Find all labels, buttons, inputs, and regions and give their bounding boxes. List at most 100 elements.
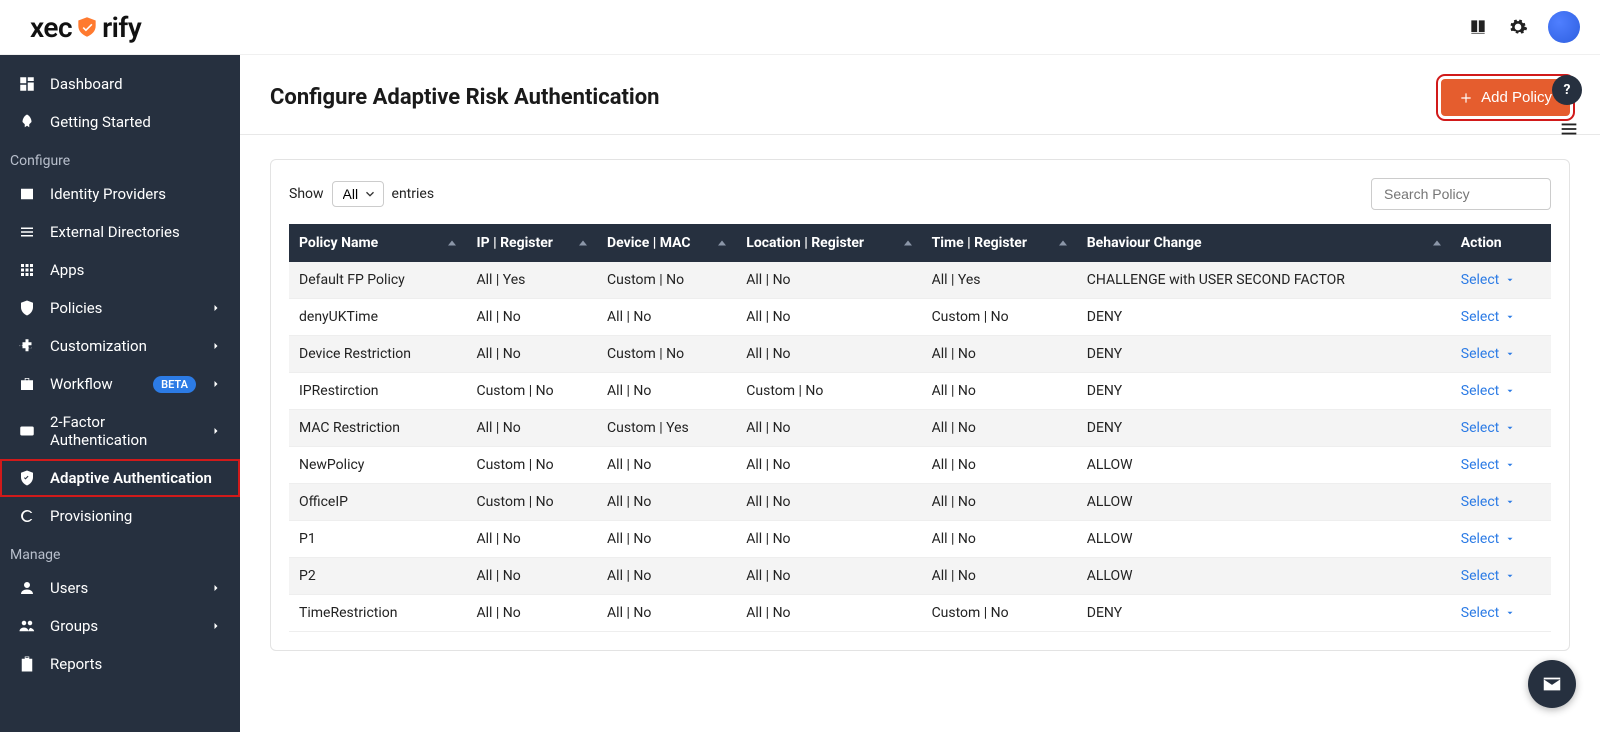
table-row: MAC RestrictionAll | NoCustom | YesAll |… (289, 410, 1551, 447)
nav-users[interactable]: Users (0, 569, 240, 607)
chevron-right-icon (210, 582, 222, 594)
col-action[interactable]: Action (1451, 224, 1551, 262)
twofa-icon (18, 422, 36, 440)
cell-action: Select (1451, 558, 1551, 595)
nav-label: Provisioning (50, 507, 222, 525)
row-action-select[interactable]: Select (1461, 457, 1515, 473)
cell: IPRestirction (289, 373, 466, 410)
side-menu-toggle[interactable] (1558, 118, 1580, 140)
cell: All | No (597, 558, 736, 595)
nav-customization[interactable]: Customization (0, 327, 240, 365)
add-policy-label: Add Policy (1481, 89, 1552, 106)
nav-2-factor-authentication[interactable]: 2-Factor Authentication (0, 403, 240, 459)
cell: TimeRestriction (289, 595, 466, 632)
nav-provisioning[interactable]: Provisioning (0, 497, 240, 535)
nav-groups[interactable]: Groups (0, 607, 240, 645)
table-row: NewPolicyCustom | NoAll | NoAll | NoAll … (289, 447, 1551, 484)
row-action-select[interactable]: Select (1461, 420, 1515, 436)
cell: DENY (1077, 373, 1451, 410)
nav-label: Reports (50, 655, 222, 673)
nav-apps[interactable]: Apps (0, 251, 240, 289)
add-policy-button[interactable]: Add Policy (1441, 79, 1570, 116)
col-ip-register[interactable]: IP | Register (466, 224, 597, 262)
col-time-register[interactable]: Time | Register (922, 224, 1077, 262)
nav-workflow[interactable]: WorkflowBETA (0, 365, 240, 403)
nav-label: Adaptive Authentication (50, 469, 222, 487)
nav-getting-started[interactable]: Getting Started (0, 103, 240, 141)
entries-select[interactable]: All (332, 181, 384, 207)
table-row: IPRestirctionCustom | NoAll | NoCustom |… (289, 373, 1551, 410)
main-content: Configure Adaptive Risk Authentication A… (240, 55, 1600, 732)
cell-action: Select (1451, 410, 1551, 447)
cell-action: Select (1451, 595, 1551, 632)
cell: All | No (466, 595, 597, 632)
cell: All | No (466, 558, 597, 595)
chevron-right-icon (210, 620, 222, 632)
row-action-select[interactable]: Select (1461, 494, 1515, 510)
caret-down-icon (1505, 312, 1515, 322)
col-location-register[interactable]: Location | Register (736, 224, 921, 262)
chevron-right-icon (210, 378, 222, 390)
cell: Custom | No (736, 373, 921, 410)
cell: All | No (597, 373, 736, 410)
help-button[interactable]: ? (1552, 75, 1582, 105)
contact-mail-button[interactable] (1528, 660, 1576, 708)
briefcase-icon (18, 375, 36, 393)
show-label: Show (289, 186, 324, 202)
cell: MAC Restriction (289, 410, 466, 447)
cell-action: Select (1451, 484, 1551, 521)
nav-label: Getting Started (50, 113, 222, 131)
policy-table: Policy NameIP | RegisterDevice | MACLoca… (289, 224, 1551, 632)
cell: ALLOW (1077, 484, 1451, 521)
cell: All | No (922, 336, 1077, 373)
col-device-mac[interactable]: Device | MAC (597, 224, 736, 262)
settings-icon[interactable] (1508, 17, 1528, 37)
nav-adaptive-authentication[interactable]: Adaptive Authentication (0, 459, 240, 497)
row-action-select[interactable]: Select (1461, 605, 1515, 621)
row-action-select[interactable]: Select (1461, 383, 1515, 399)
nav-dashboard[interactable]: Dashboard (0, 65, 240, 103)
group-icon (18, 617, 36, 635)
cell-action: Select (1451, 336, 1551, 373)
cell: ALLOW (1077, 521, 1451, 558)
cell: All | Yes (922, 262, 1077, 299)
nav-policies[interactable]: Policies (0, 289, 240, 327)
nav-identity-providers[interactable]: Identity Providers (0, 175, 240, 213)
shield-icon (18, 299, 36, 317)
cell: All | No (597, 447, 736, 484)
docs-icon[interactable] (1468, 17, 1488, 37)
chevron-right-icon (210, 425, 222, 437)
cell: Custom | Yes (597, 410, 736, 447)
nav-label: Policies (50, 299, 196, 317)
sync-icon (18, 507, 36, 525)
cell: Custom | No (466, 447, 597, 484)
cell: All | No (922, 484, 1077, 521)
row-action-select[interactable]: Select (1461, 568, 1515, 584)
cell: All | No (736, 595, 921, 632)
nav-label: Groups (50, 617, 196, 635)
cell: All | No (922, 447, 1077, 484)
col-behaviour-change[interactable]: Behaviour Change (1077, 224, 1451, 262)
page-title: Configure Adaptive Risk Authentication (270, 85, 660, 110)
nav-reports[interactable]: Reports (0, 645, 240, 683)
cell: Custom | No (597, 336, 736, 373)
cell: Custom | No (597, 262, 736, 299)
row-action-select[interactable]: Select (1461, 346, 1515, 362)
cell: Device Restriction (289, 336, 466, 373)
brand-text-post: rify (102, 11, 141, 44)
col-policy-name[interactable]: Policy Name (289, 224, 466, 262)
sidebar: DashboardGetting Started Configure Ident… (0, 55, 240, 732)
user-icon (18, 579, 36, 597)
cell: P1 (289, 521, 466, 558)
row-action-select[interactable]: Select (1461, 309, 1515, 325)
nav-external-directories[interactable]: External Directories (0, 213, 240, 251)
caret-down-icon (1505, 460, 1515, 470)
caret-down-icon (1505, 349, 1515, 359)
row-action-select[interactable]: Select (1461, 531, 1515, 547)
row-action-select[interactable]: Select (1461, 272, 1515, 288)
search-input[interactable] (1371, 178, 1551, 210)
cell-action: Select (1451, 299, 1551, 336)
plus-icon (1459, 91, 1473, 105)
user-avatar[interactable] (1548, 11, 1580, 43)
dashboard-icon (18, 75, 36, 93)
